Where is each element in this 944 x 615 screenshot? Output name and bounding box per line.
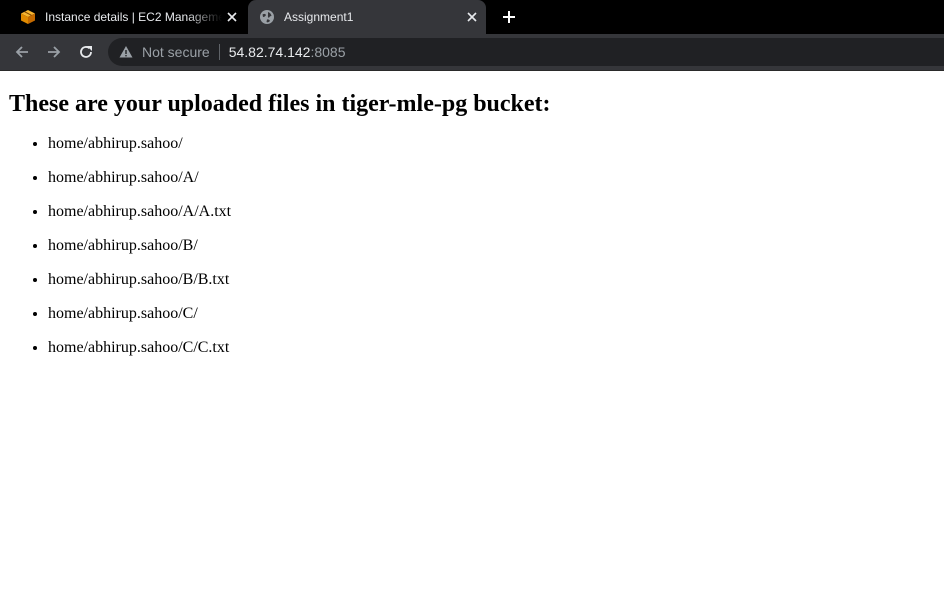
plus-icon: [503, 11, 515, 23]
browser-toolbar: Not secure 54.82.74.142:8085: [0, 34, 944, 70]
list-item: home/abhirup.sahoo/C/: [48, 305, 231, 323]
globe-icon: [259, 9, 275, 25]
list-item: home/abhirup.sahoo/B/: [48, 237, 231, 255]
url-port: :8085: [310, 44, 346, 60]
divider: [218, 44, 220, 60]
warning-icon[interactable]: [118, 44, 134, 60]
list-item: home/abhirup.sahoo/A/: [48, 169, 231, 187]
tab-strip: Instance details | EC2 Management Consol…: [0, 0, 944, 34]
list-item: home/abhirup.sahoo/A/A.txt: [48, 203, 231, 221]
security-label[interactable]: Not secure: [142, 44, 210, 60]
reload-icon: [80, 46, 92, 58]
list-item: home/abhirup.sahoo/: [48, 135, 231, 153]
tab-title: Assignment1: [284, 10, 354, 24]
list-item: home/abhirup.sahoo/B/B.txt: [48, 271, 231, 289]
new-tab-button[interactable]: [498, 6, 520, 28]
reload-button[interactable]: [72, 38, 100, 66]
page-content: These are your uploaded files in tiger-m…: [0, 71, 944, 615]
tab-assignment1[interactable]: Assignment1: [248, 0, 486, 34]
address-bar[interactable]: Not secure 54.82.74.142:8085: [108, 38, 944, 66]
list-item: home/abhirup.sahoo/C/C.txt: [48, 339, 231, 357]
arrow-left-icon: [15, 46, 28, 58]
url-host: 54.82.74.142: [228, 44, 311, 60]
back-button[interactable]: [8, 38, 36, 66]
page-heading: These are your uploaded files in tiger-m…: [9, 91, 551, 117]
file-list: home/abhirup.sahoo/ home/abhirup.sahoo/A…: [8, 135, 231, 373]
aws-box-icon: [20, 9, 36, 25]
forward-button[interactable]: [40, 38, 68, 66]
close-tab-icon[interactable]: [462, 7, 482, 27]
tab-ec2-console[interactable]: Instance details | EC2 Management Consol…: [10, 0, 246, 34]
close-tab-icon[interactable]: [222, 7, 242, 27]
arrow-right-icon: [48, 46, 61, 58]
tab-title: Instance details | EC2 Management Consol…: [45, 10, 222, 24]
